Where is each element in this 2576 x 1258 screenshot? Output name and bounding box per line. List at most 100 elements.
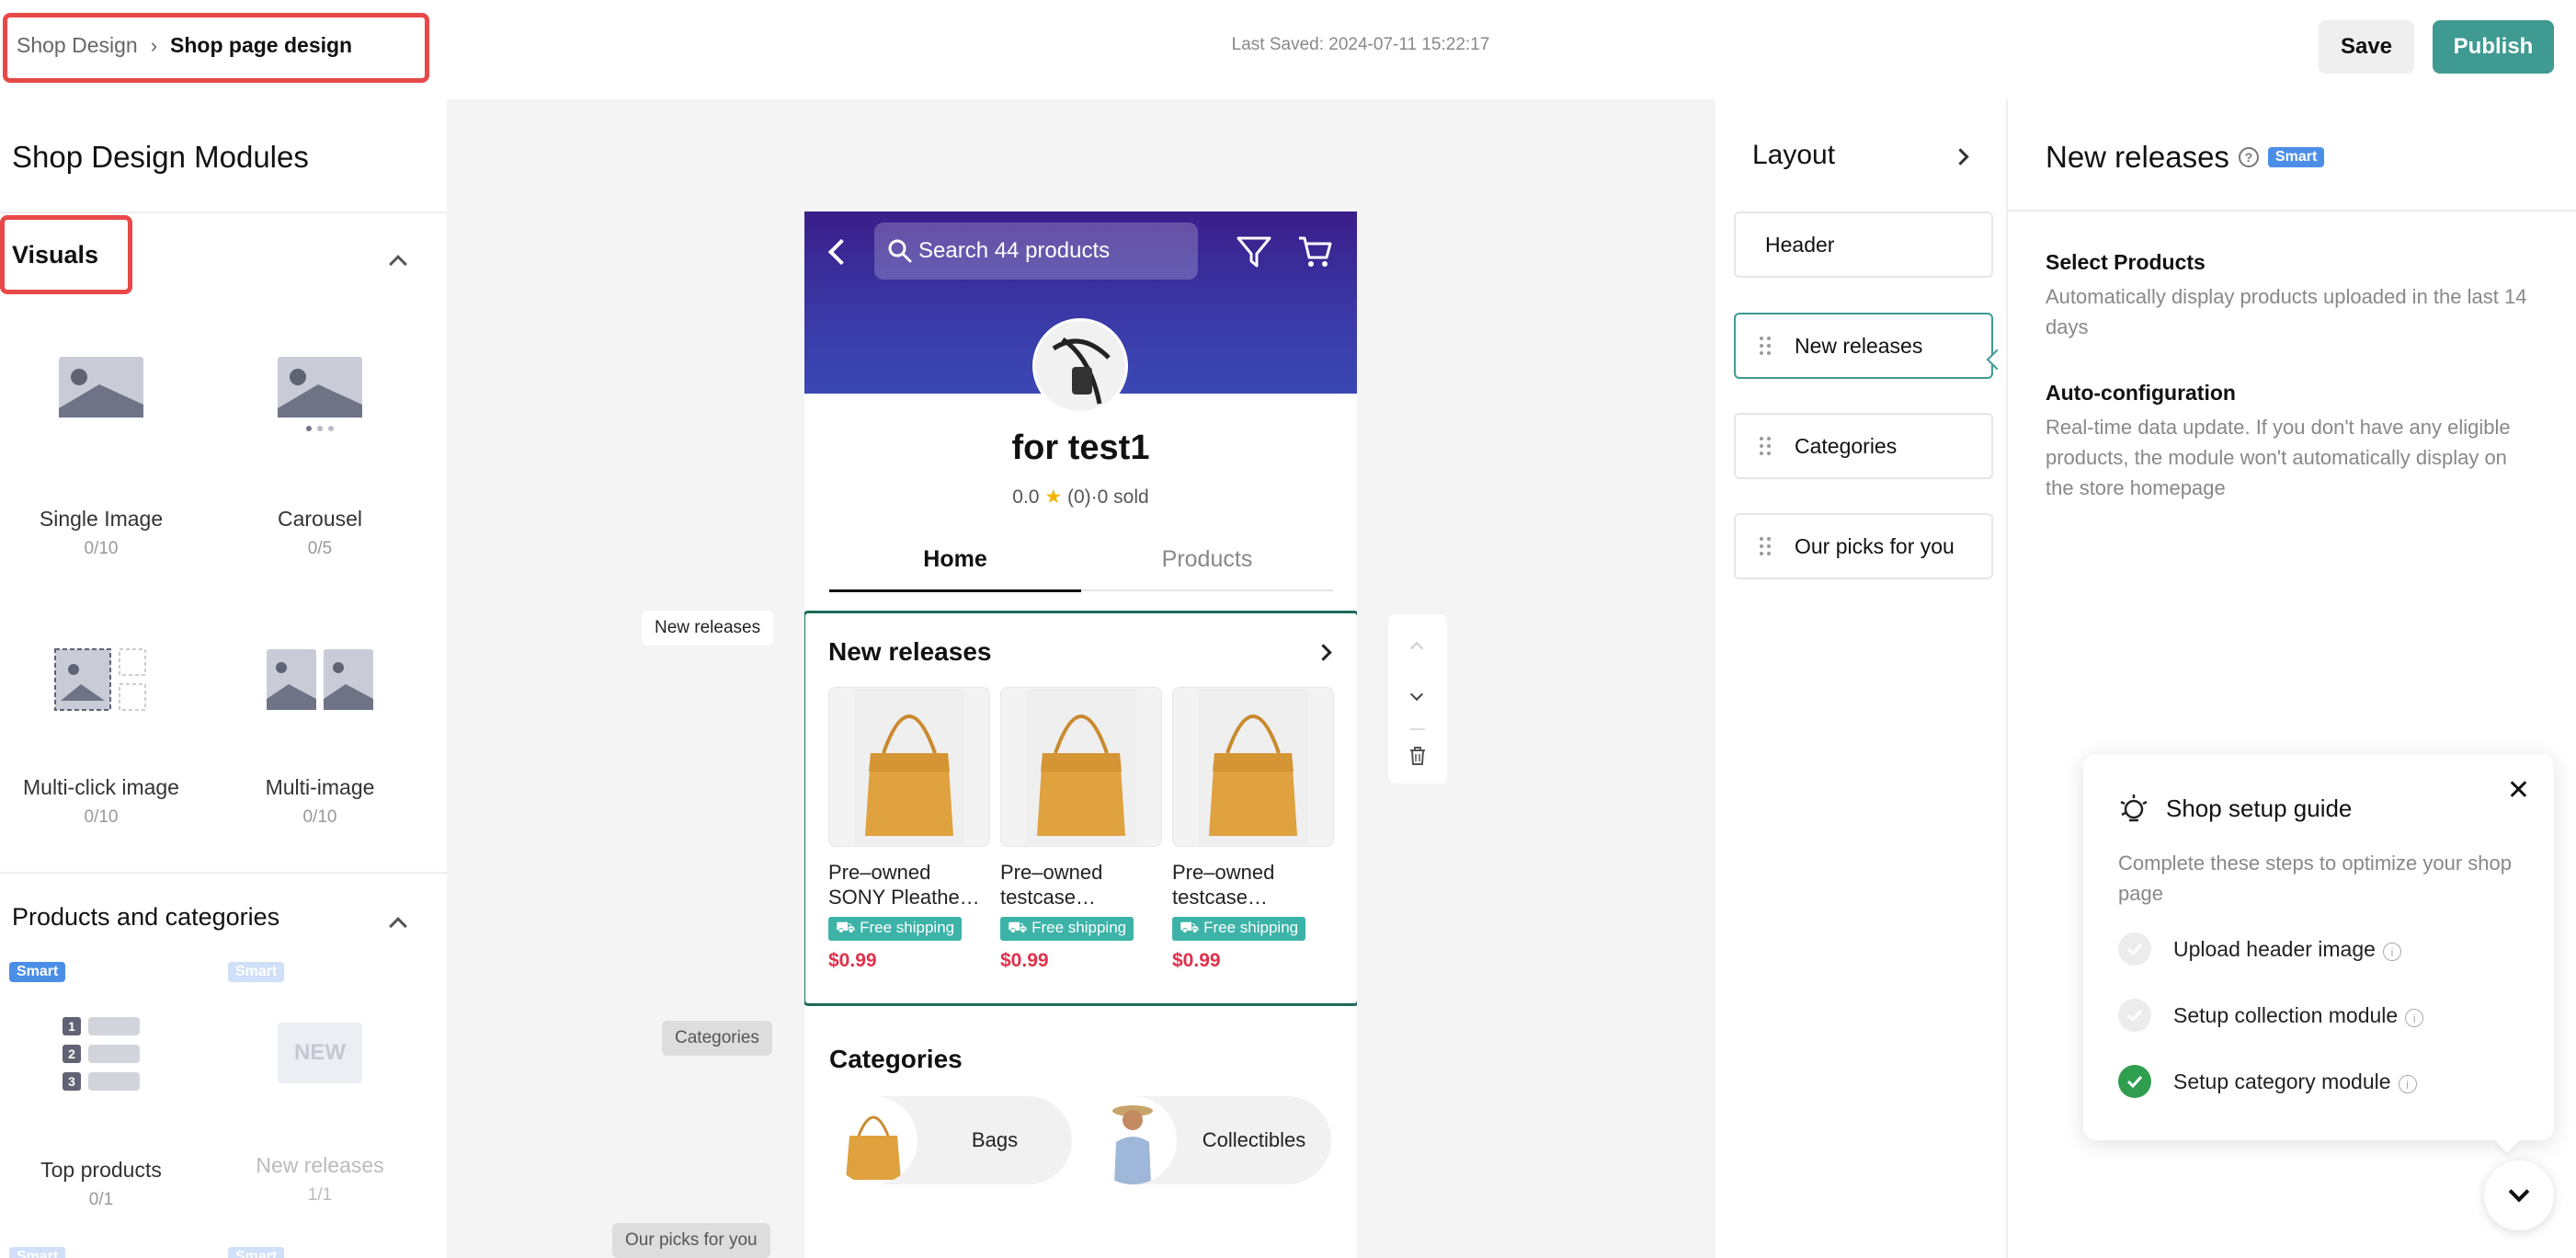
products-section-title[interactable]: Products and categories — [12, 903, 279, 932]
step-label: Upload header image — [2173, 936, 2376, 961]
product-card[interactable]: Pre–owned testcase… ⛟ Free shipping $0.9… — [1172, 687, 1334, 972]
setup-guide-description: Complete these steps to optimize your sh… — [2118, 852, 2513, 905]
divider — [0, 872, 447, 874]
rank-1-label: 1 — [68, 1019, 75, 1034]
breadcrumb-current: Shop page design — [170, 33, 353, 57]
side-tag-new-releases[interactable]: New releases — [642, 611, 774, 646]
last-saved-text: Last Saved: 2024-07-11 15:22:17 — [1231, 35, 1490, 54]
bag-image — [854, 689, 964, 845]
tab-products[interactable]: Products — [1081, 546, 1333, 591]
module-label: Multi-click image — [23, 775, 179, 799]
product-card[interactable]: Pre–owned SONY Pleathe… ⛟ Free shipping … — [828, 687, 990, 972]
product-name: Pre–owned testcase… — [1172, 861, 1275, 909]
product-name: Pre–owned testcase… — [1000, 861, 1103, 909]
module-multi-image[interactable]: Multi-image 0/10 — [219, 647, 421, 828]
smart-badge: Smart — [228, 1247, 285, 1258]
trash-icon[interactable] — [1409, 747, 1426, 765]
product-image — [828, 687, 990, 847]
categories-title: Categories — [829, 1045, 963, 1073]
shop-name: for test1 — [1011, 429, 1150, 467]
layout-panel: Layout Header New releases Categories Ou… — [1715, 99, 2008, 1258]
star-icon: ★ — [1044, 486, 1063, 508]
divider — [1410, 728, 1425, 730]
free-shipping-badge: ⛟ Free shipping — [1000, 917, 1134, 941]
rank-2-label: 2 — [68, 1046, 75, 1061]
drag-handle-icon[interactable] — [1760, 537, 1774, 555]
category-pill-collectibles[interactable]: Collectibles — [1089, 1096, 1331, 1184]
search-input[interactable]: Search 44 products — [874, 223, 1198, 280]
module-count: 0/10 — [302, 807, 337, 827]
module-label: Carousel — [277, 507, 363, 531]
drag-handle-icon[interactable] — [1760, 337, 1774, 355]
module-top-products[interactable]: 1 2 3 Top products 0/1 — [0, 1017, 202, 1210]
chevron-up-icon[interactable] — [389, 917, 407, 935]
visuals-section-title[interactable]: Visuals — [12, 241, 98, 269]
module-label: New releases — [256, 1153, 384, 1177]
move-down-icon[interactable] — [1409, 687, 1424, 702]
auto-config-heading: Auto-configuration — [2046, 381, 2236, 405]
properties-title: New releases ? Smart — [2046, 140, 2325, 175]
new-releases-icon: NEW — [278, 1023, 362, 1083]
chevron-up-icon[interactable] — [389, 255, 407, 273]
divider — [2008, 210, 2576, 212]
layout-item-new-releases[interactable]: New releases — [1734, 313, 1993, 379]
modules-panel-title: Shop Design Modules — [12, 140, 309, 174]
category-pill-bags[interactable]: Bags — [829, 1096, 1072, 1184]
chevron-right-icon[interactable] — [1315, 644, 1332, 661]
layout-item-categories[interactable]: Categories — [1734, 413, 1993, 479]
step-label: Setup category module — [2173, 1069, 2391, 1093]
module-count: 0/10 — [84, 807, 119, 827]
breadcrumb-parent[interactable]: Shop Design — [17, 33, 138, 58]
module-multi-click-image[interactable]: Multi-click image 0/10 — [0, 647, 202, 828]
auto-config-text: Real-time data update. If you don't have… — [2046, 416, 2511, 499]
search-placeholder: Search 44 products — [918, 238, 1111, 263]
shop-avatar — [1032, 318, 1128, 414]
guide-toggle-button[interactable] — [2484, 1161, 2554, 1230]
lightbulb-icon — [2120, 795, 2148, 822]
setup-step[interactable]: Upload header image i — [2118, 932, 2401, 966]
new-releases-module[interactable]: New releases Pre–owned SONY Pleathe… ⛟ F… — [804, 611, 1357, 1006]
layout-item-our-picks[interactable]: Our picks for you — [1734, 513, 1993, 579]
back-arrow-icon[interactable] — [827, 238, 855, 266]
close-icon[interactable]: ✕ — [2507, 774, 2530, 806]
setup-step[interactable]: Setup collection module i — [2118, 999, 2424, 1032]
move-up-icon[interactable] — [1409, 641, 1424, 656]
shop-stats: 0.0 ★ (0)·0 sold — [804, 486, 1357, 509]
module-label: Top products — [40, 1158, 162, 1182]
product-name: Pre–owned SONY Pleathe… — [828, 861, 980, 909]
check-icon — [2118, 932, 2151, 966]
side-tag-categories[interactable]: Categories — [662, 1021, 772, 1056]
cart-icon[interactable] — [1297, 235, 1332, 269]
layout-item-header[interactable]: Header — [1734, 212, 1993, 278]
preview-canvas: New releases Categories Our picks for yo… — [447, 99, 1715, 1258]
search-icon — [888, 239, 912, 263]
category-label: Collectibles — [1202, 1128, 1306, 1151]
module-title: New releases — [828, 637, 992, 666]
side-tag-our-picks[interactable]: Our picks for you — [612, 1223, 770, 1258]
drag-handle-icon[interactable] — [1760, 437, 1774, 455]
info-icon[interactable]: i — [2398, 1075, 2417, 1093]
bag-image — [846, 1115, 901, 1180]
filter-icon[interactable] — [1237, 235, 1271, 269]
setup-guide-popover: ✕ Shop setup guide Complete these steps … — [2083, 754, 2554, 1140]
module-count: 1/1 — [307, 1185, 333, 1205]
chevron-right-icon[interactable] — [1952, 148, 1969, 166]
info-icon[interactable]: i — [2382, 943, 2401, 961]
help-icon[interactable]: ? — [2238, 147, 2259, 167]
layout-item-label: Header — [1765, 232, 1835, 257]
category-image — [1089, 1096, 1177, 1184]
layout-item-label: New releases — [1795, 333, 1923, 358]
free-shipping-badge: ⛟ Free shipping — [828, 917, 963, 941]
publish-button[interactable]: Publish — [2433, 20, 2554, 74]
setup-step[interactable]: Setup category module i — [2118, 1065, 2417, 1098]
module-label: Multi-image — [265, 775, 375, 799]
tab-home[interactable]: Home — [829, 546, 1081, 592]
multi-click-image-icon — [54, 648, 146, 711]
save-button[interactable]: Save — [2319, 20, 2414, 74]
top-bar: Shop Design › Shop page design Last Save… — [0, 0, 2576, 99]
smart-badge: Smart — [9, 962, 66, 982]
info-icon[interactable]: i — [2405, 1009, 2424, 1027]
product-card[interactable]: Pre–owned testcase… ⛟ Free shipping $0.9… — [1000, 687, 1162, 972]
module-carousel[interactable]: Carousel 0/5 — [219, 357, 421, 559]
module-single-image[interactable]: Single Image 0/10 — [0, 357, 202, 559]
